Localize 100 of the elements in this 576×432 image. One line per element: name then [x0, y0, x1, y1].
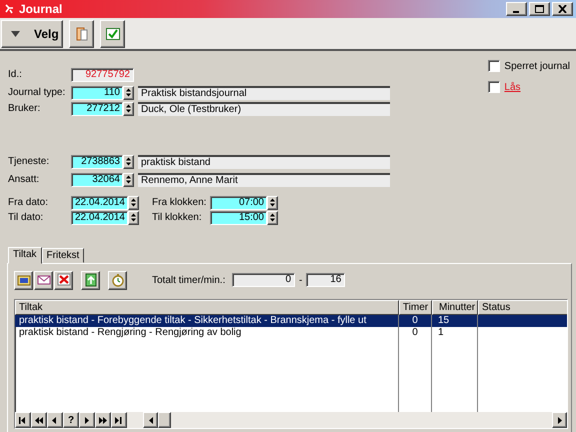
tab[interactable]: Tiltak — [8, 247, 42, 264]
spin-arrows-icon — [270, 198, 275, 207]
checkbox[interactable] — [488, 81, 500, 93]
table-row[interactable]: praktisk bistand - Forebyggende tiltak - Sikkerhetstiltak - Brannskjema - fylle ut 0 15 — [15, 315, 567, 327]
totals-label: Totalt timer/min.: — [152, 274, 226, 286]
table-cell: praktisk bistand - Forebyggende tiltak - Sikkerhetstiltak - Brannskjema - fylle ut — [15, 315, 399, 327]
description-field: Duck, Ole (Testbruker) — [138, 102, 390, 116]
toolbar-button[interactable] — [108, 270, 127, 290]
separator-text: - — [299, 274, 302, 286]
column-header[interactable]: Timer — [399, 300, 432, 315]
table-cell: 15 — [432, 315, 478, 327]
field-label: Id.: — [8, 69, 23, 80]
maximize-icon — [535, 5, 544, 13]
toolbar-button[interactable] — [81, 270, 100, 290]
spin-button[interactable] — [123, 86, 134, 100]
spin-button[interactable] — [123, 102, 134, 116]
checkbox-label: Sperret journal — [504, 60, 570, 72]
field-label: Fra klokken: — [152, 197, 208, 208]
spin-arrows-icon — [126, 88, 131, 97]
field-label: Tjeneste: — [8, 156, 50, 167]
column-header[interactable]: Status — [478, 300, 567, 315]
right-triangle-icon — [558, 416, 562, 424]
close-button[interactable] — [552, 2, 573, 16]
description-field: Rennemo, Anne Marit — [138, 172, 390, 186]
spin-button[interactable] — [123, 172, 134, 186]
menu-button[interactable]: Velg — [1, 20, 63, 48]
delete-icon — [56, 273, 70, 287]
tab[interactable]: Fritekst — [42, 248, 84, 263]
checkbox-tick-icon — [106, 28, 120, 40]
table-cell: praktisk bistand - Rengjøring - Rengjøring av bolig — [15, 327, 399, 339]
spin-arrows-icon — [131, 213, 136, 222]
code-field[interactable]: 32064 — [71, 172, 123, 186]
toolbar-button[interactable] — [14, 270, 33, 290]
code-field[interactable]: 277212 — [71, 102, 123, 116]
navigator-button[interactable] — [47, 412, 63, 428]
left-triangle-icon — [51, 416, 59, 424]
minimize-button[interactable] — [506, 2, 527, 16]
toolbar-button[interactable] — [100, 20, 125, 48]
checkbox-label: Lås — [504, 82, 521, 92]
stopwatch-icon — [110, 273, 124, 287]
scroll-left-button[interactable] — [143, 412, 158, 428]
window-title: Journal — [19, 2, 64, 16]
field-label: Fra dato: — [8, 197, 50, 208]
table-cell: 0 — [399, 327, 432, 339]
app-icon — [4, 4, 14, 14]
envelope-icon — [36, 273, 50, 287]
navigator-button[interactable] — [31, 412, 47, 428]
description-field: praktisk bistand — [138, 154, 390, 168]
spin-button[interactable] — [267, 196, 278, 210]
time-field[interactable]: 15:00 — [210, 210, 267, 224]
navigator-button[interactable] — [111, 412, 127, 428]
navigator-button[interactable] — [15, 412, 31, 428]
right-triangle-icon — [83, 416, 91, 424]
maximize-button[interactable] — [529, 2, 550, 16]
code-field[interactable]: 110 — [71, 86, 123, 100]
navigator-button[interactable] — [79, 412, 95, 428]
document-arrow-icon — [84, 273, 98, 287]
field-label: Bruker: — [8, 103, 42, 114]
checkbox[interactable] — [488, 60, 500, 72]
time-field[interactable]: 07:00 — [210, 196, 267, 210]
last-record-icon — [115, 416, 123, 424]
navigator-button[interactable] — [95, 412, 111, 428]
double-right-triangle-icon — [99, 416, 107, 424]
table-cell: 1 — [432, 327, 478, 339]
field-label: Journal type: — [8, 87, 66, 98]
id-field[interactable]: 92775792 — [71, 68, 134, 82]
scrollbar-thumb[interactable] — [158, 412, 171, 428]
first-record-icon — [19, 416, 27, 424]
table-cell: 0 — [399, 315, 432, 327]
spin-arrows-icon — [126, 175, 131, 184]
spin-arrows-icon — [270, 213, 275, 222]
column-header[interactable]: Minutter — [432, 300, 478, 315]
toolbar-button[interactable] — [54, 270, 73, 290]
spin-arrows-icon — [126, 104, 131, 113]
double-left-triangle-icon — [35, 416, 43, 424]
date-field[interactable]: 22.04.2014 — [71, 210, 128, 224]
code-field[interactable]: 2738863 — [71, 154, 123, 168]
table-row[interactable]: praktisk bistand - Rengjøring - Rengjøring av bolig 0 1 — [15, 327, 567, 339]
toolbar-button[interactable] — [34, 270, 53, 290]
close-icon — [558, 5, 567, 13]
toolbar-button[interactable] — [69, 20, 94, 48]
caret-icon — [11, 31, 20, 37]
spin-button[interactable] — [128, 196, 139, 210]
door-icon — [76, 27, 88, 41]
hours-field: 0 — [232, 273, 295, 287]
description-field: Praktisk bistandsjournal — [138, 86, 390, 100]
field-label: Til dato: — [8, 212, 44, 223]
left-triangle-icon — [148, 416, 152, 424]
spin-arrows-icon — [126, 157, 131, 166]
scroll-right-button[interactable] — [552, 412, 567, 428]
date-field[interactable]: 22.04.2014 — [71, 196, 128, 210]
field-label: Til klokken: — [152, 212, 203, 223]
field-label: Ansatt: — [8, 174, 40, 185]
spin-button[interactable] — [128, 210, 139, 224]
minutes-field: 16 — [306, 273, 346, 287]
column-header[interactable]: Tiltak — [15, 300, 399, 315]
spin-arrows-icon — [131, 198, 136, 207]
navigator-button[interactable]: ? — [63, 412, 79, 428]
spin-button[interactable] — [267, 210, 278, 224]
spin-button[interactable] — [123, 154, 134, 168]
